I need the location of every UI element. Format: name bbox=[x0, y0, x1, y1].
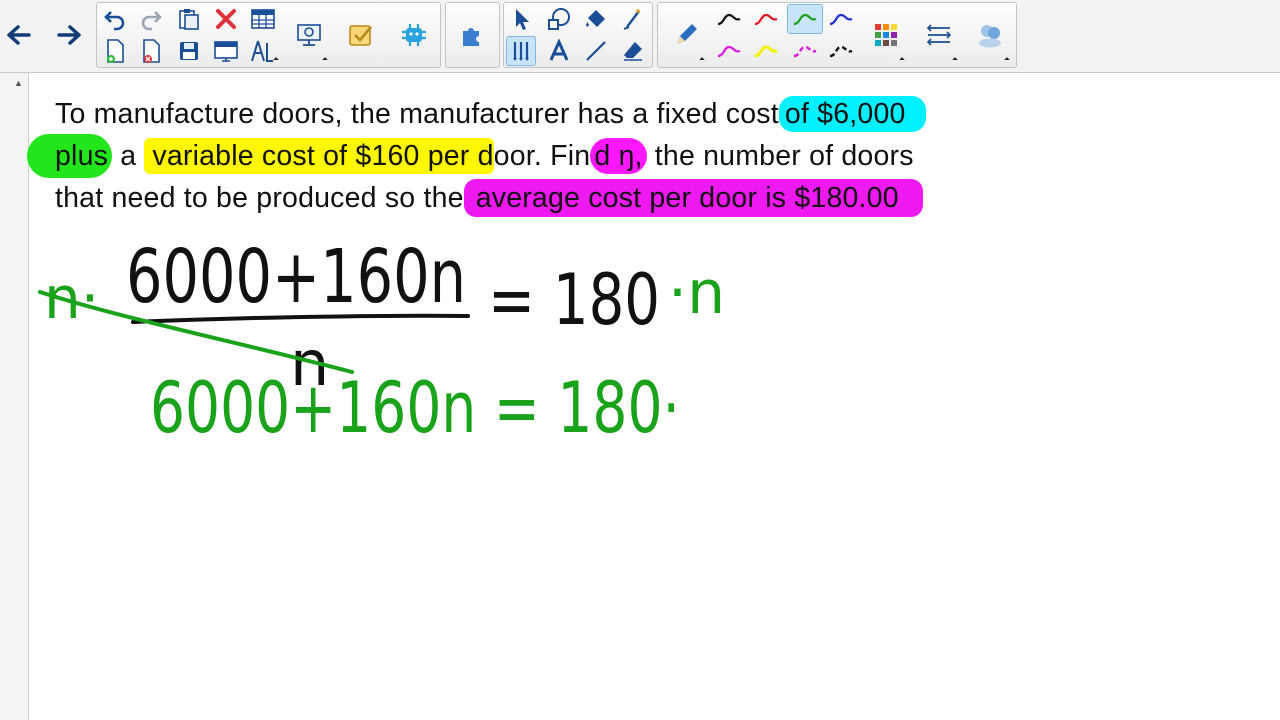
handwriting-layer: 6000+160n n = 180 ·n n· 6000+160n = 180· bbox=[38, 234, 725, 449]
equation-1-rhs: = 180 bbox=[488, 259, 660, 341]
equation-2: 6000+160n = 180· bbox=[150, 367, 680, 449]
equation-1-left-multiplier: n· bbox=[44, 264, 99, 332]
equation-1-numerator: 6000+160n bbox=[126, 234, 466, 320]
equation-1-multiplier: ·n bbox=[668, 258, 725, 328]
